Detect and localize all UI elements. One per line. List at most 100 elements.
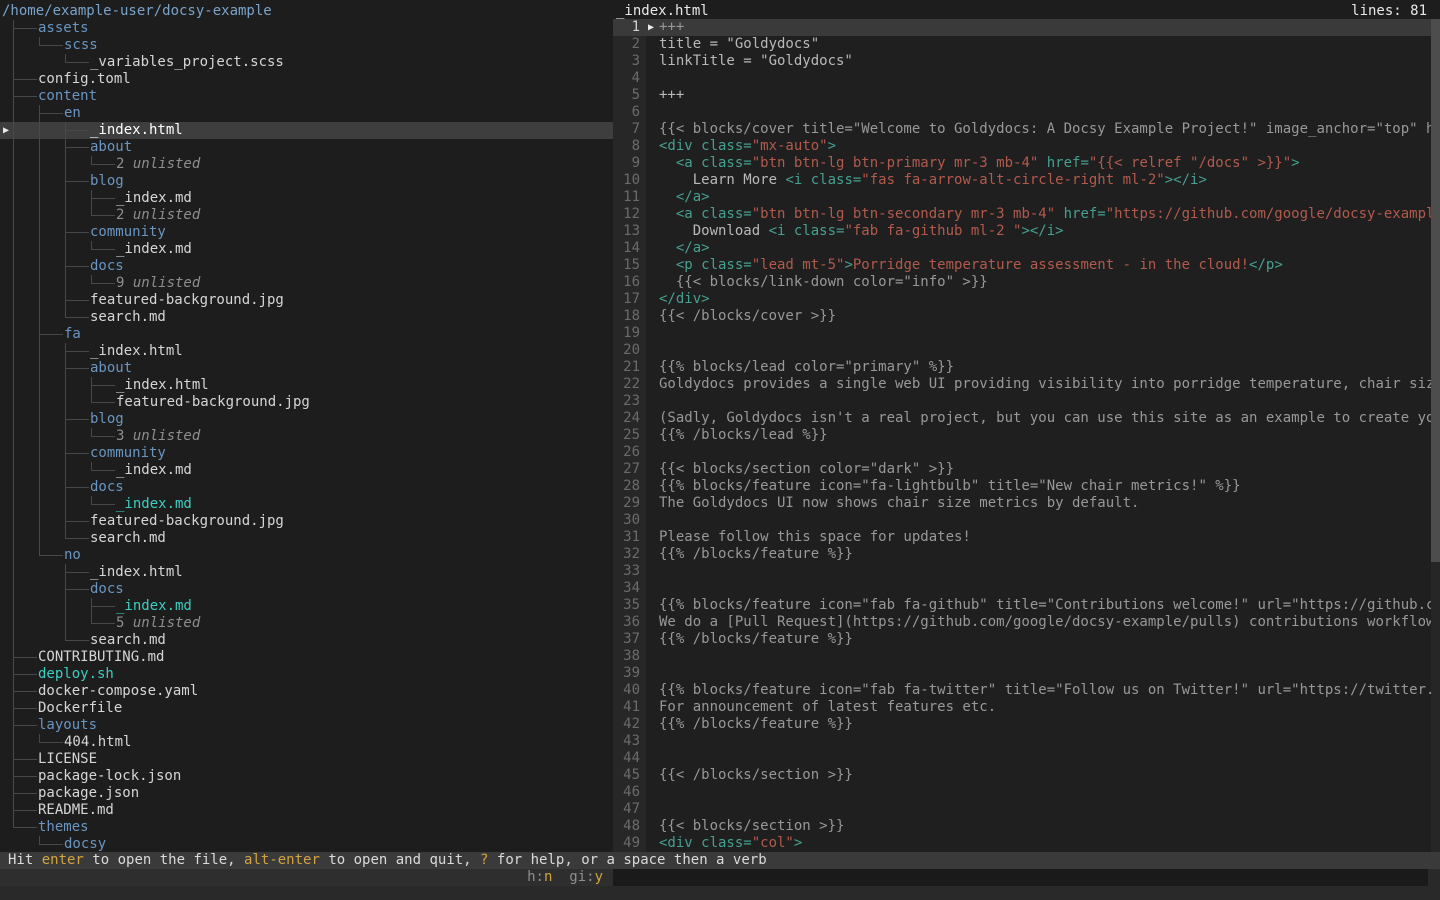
code-segment: {{< /blocks/cover >}} — [659, 308, 836, 324]
preview-line: 47 — [613, 801, 1431, 818]
code-text: ▶+++ — [646, 19, 1431, 36]
tree-item[interactable]: docs — [0, 479, 613, 496]
tree-item[interactable]: featured-background.jpg — [0, 292, 613, 309]
tree-item[interactable]: _index.md — [0, 241, 613, 258]
tree-item-label: docs — [90, 479, 124, 496]
tree-item[interactable]: blog — [0, 411, 613, 428]
preview-line: 22Goldydocs provides a single web UI pro… — [613, 376, 1431, 393]
line-number: 37 — [613, 631, 646, 648]
tree-item[interactable]: assets — [0, 20, 613, 37]
tree-item[interactable]: about — [0, 360, 613, 377]
tree-item[interactable]: featured-background.jpg — [0, 513, 613, 530]
tree-item[interactable]: community — [0, 445, 613, 462]
tree-item[interactable]: docsy — [0, 836, 613, 852]
preview-line: 28{{% blocks/feature icon="fa-lightbulb"… — [613, 478, 1431, 495]
tree-item-label: en — [64, 105, 81, 122]
tree-item[interactable]: search.md — [0, 309, 613, 326]
preview-scrollbar-thumb[interactable] — [1431, 19, 1440, 562]
tree-item[interactable]: community — [0, 224, 613, 241]
tree-item[interactable]: /home/example-user/docsy-example — [0, 3, 613, 20]
code-text: Please follow this space for updates! — [646, 529, 1431, 546]
tree-guide — [14, 776, 37, 777]
tree-item[interactable]: 9 unlisted — [0, 275, 613, 292]
preview-line: 27{{< blocks/section color="dark" >}} — [613, 461, 1431, 478]
preview-scrollbar[interactable] — [1431, 19, 1440, 852]
tree-item[interactable]: package-lock.json — [0, 768, 613, 785]
tree-item[interactable]: _variables_project.scss — [0, 54, 613, 71]
tree-item[interactable]: themes — [0, 819, 613, 836]
tree-item[interactable]: about — [0, 139, 613, 156]
preview-line: 8<div class="mx-auto"> — [613, 138, 1431, 155]
tree-item[interactable]: 3 unlisted — [0, 428, 613, 445]
selected-line-marker-icon: ▶ — [648, 19, 654, 36]
tree-item-label: package-lock.json — [38, 768, 181, 785]
tree-item[interactable]: layouts — [0, 717, 613, 734]
preview-line: 14 </a> — [613, 240, 1431, 257]
tree-item[interactable]: search.md — [0, 530, 613, 547]
tree-item[interactable]: fa — [0, 326, 613, 343]
flag-label: h: — [527, 869, 544, 885]
tree-item[interactable]: 404.html — [0, 734, 613, 751]
tree-item-label: _index.html — [90, 564, 183, 581]
tree-item[interactable]: docs — [0, 581, 613, 598]
tree-guide — [13, 479, 14, 496]
flag-label — [552, 869, 569, 885]
code-segment: "mx-auto" — [752, 138, 828, 154]
tree-guide — [39, 513, 40, 530]
line-number: 5 — [613, 87, 646, 104]
tree-item[interactable]: content — [0, 88, 613, 105]
tree-item[interactable]: docker-compose.yaml — [0, 683, 613, 700]
tree-item[interactable]: README.md — [0, 802, 613, 819]
line-number: 39 — [613, 665, 646, 682]
preview-line: 23 — [613, 393, 1431, 410]
preview-line: 43 — [613, 733, 1431, 750]
line-number: 48 — [613, 818, 646, 835]
tree-item[interactable]: scss — [0, 37, 613, 54]
tree-item[interactable]: featured-background.jpg — [0, 394, 613, 411]
code-text: <p class="lead mt-5">Porridge temperatur… — [646, 257, 1431, 274]
tree-item[interactable]: search.md — [0, 632, 613, 649]
tree-item[interactable]: _index.md — [0, 190, 613, 207]
tree-item[interactable]: _index.html — [0, 343, 613, 360]
tree-guide — [39, 377, 40, 394]
tree-item[interactable]: deploy.sh — [0, 666, 613, 683]
tree-guide — [66, 572, 89, 573]
tree-item[interactable]: en — [0, 105, 613, 122]
tree-guide — [66, 640, 89, 641]
tree-guide — [13, 632, 14, 649]
tree-item[interactable]: _index.md — [0, 598, 613, 615]
tree-item[interactable]: ▶_index.html — [0, 122, 613, 139]
tree-item[interactable]: CONTRIBUTING.md — [0, 649, 613, 666]
tree-guide — [13, 37, 14, 54]
tree-item[interactable]: docs — [0, 258, 613, 275]
tree-item[interactable]: package.json — [0, 785, 613, 802]
tree-item[interactable]: config.toml — [0, 71, 613, 88]
selection-arrow-icon: ▶ — [3, 122, 9, 139]
tree-guide — [14, 827, 37, 828]
code-segment: {{% /blocks/feature %}} — [659, 716, 853, 732]
code-segment: "btn btn-lg btn-primary mr-3 mb-4" — [752, 155, 1039, 171]
tree-item[interactable]: 2 unlisted — [0, 207, 613, 224]
tree-item[interactable]: 2 unlisted — [0, 156, 613, 173]
tree-guide — [65, 496, 66, 513]
tree-guide — [92, 402, 115, 403]
tree-item[interactable]: 5 unlisted — [0, 615, 613, 632]
tree-guide — [92, 215, 115, 216]
tree-item[interactable]: _index.md — [0, 496, 613, 513]
tree-item[interactable]: no — [0, 547, 613, 564]
line-number: 13 — [613, 223, 646, 240]
tree-guide — [65, 598, 66, 615]
code-segment: {{% blocks/lead color="primary" %}} — [659, 359, 954, 375]
tree-item[interactable]: _index.md — [0, 462, 613, 479]
tree-item[interactable]: LICENSE — [0, 751, 613, 768]
tree-item-label: _index.html — [116, 377, 209, 394]
tree-item[interactable]: _index.html — [0, 377, 613, 394]
code-segment: "col" — [752, 835, 794, 851]
tree-guide — [92, 164, 115, 165]
command-input[interactable]: :e h:n gi:y — [0, 869, 613, 886]
tree-item[interactable]: Dockerfile — [0, 700, 613, 717]
tree-guide — [66, 317, 89, 318]
tree-item[interactable]: _index.html — [0, 564, 613, 581]
preview-line: 13 Download <i class="fab fa-github ml-2… — [613, 223, 1431, 240]
tree-item[interactable]: blog — [0, 173, 613, 190]
